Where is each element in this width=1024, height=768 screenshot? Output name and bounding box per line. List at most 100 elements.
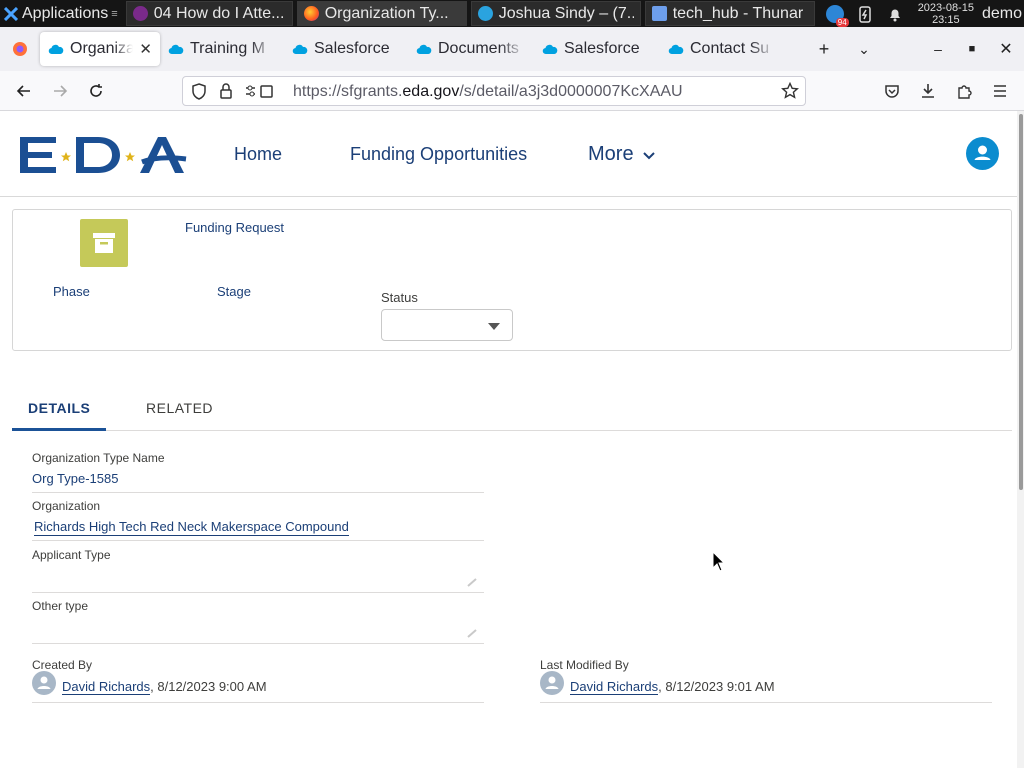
chevron-down-icon xyxy=(643,152,655,160)
clock[interactable]: 2023-08-15 23:15 xyxy=(918,2,974,26)
stage-label: Stage xyxy=(217,284,251,299)
tab-label: Salesforce xyxy=(314,40,390,57)
forward-button[interactable] xyxy=(48,79,72,103)
field-other-type: Other type xyxy=(32,599,484,644)
close-tab-icon[interactable]: ✕ xyxy=(139,40,152,58)
modified-by-byline: David Richards, 8/12/2023 9:01 AM xyxy=(570,679,775,695)
created-by-byline: David Richards, 8/12/2023 9:00 AM xyxy=(62,679,267,695)
user-avatar-icon xyxy=(32,671,56,695)
pocket-button[interactable] xyxy=(880,79,904,103)
field-org-type-name: Organization Type Name Org Type-1585 xyxy=(32,451,484,493)
nav-more-dropdown[interactable]: More xyxy=(588,143,655,166)
new-tab-button[interactable]: + xyxy=(810,27,838,71)
applications-label: Applications xyxy=(22,4,109,22)
applications-menu[interactable]: Applications ≡ xyxy=(0,0,122,27)
close-window-button[interactable]: ✕ xyxy=(994,27,1018,71)
record-icon-tile xyxy=(80,219,128,267)
browser-tab-contact[interactable]: Contact Su xyxy=(660,32,784,66)
reload-button[interactable] xyxy=(84,79,108,103)
taskbar-task-thunar[interactable]: tech_hub - Thunar xyxy=(644,1,815,26)
person-icon xyxy=(37,676,51,689)
telegram-icon xyxy=(477,6,493,21)
browser-tab-salesforce-1[interactable]: Salesforce xyxy=(284,32,408,66)
user-avatar-icon xyxy=(974,145,991,160)
task-label: Joshua Sindy – (7... xyxy=(498,4,634,22)
media-player-icon xyxy=(132,6,148,21)
page-scrollbar-thumb[interactable] xyxy=(1019,114,1023,490)
back-arrow-icon xyxy=(16,85,30,97)
nav-more-label: More xyxy=(588,143,634,165)
tab-label: Organiza xyxy=(70,40,134,57)
forward-arrow-icon xyxy=(54,85,68,97)
modified-date: , 8/12/2023 9:01 AM xyxy=(658,679,775,694)
tab-label: Documents xyxy=(438,40,519,57)
person-icon xyxy=(545,676,559,689)
field-label: Last Modified By xyxy=(540,658,629,672)
firefox-view-icon[interactable] xyxy=(12,41,28,57)
record-header-card: Funding Request Phase Stage Status xyxy=(12,209,1012,351)
field-label: Organization Type Name xyxy=(32,451,165,465)
tab-label: Salesforce xyxy=(564,40,640,57)
puzzle-piece-icon xyxy=(958,85,972,99)
lock-icon[interactable] xyxy=(219,83,233,100)
edit-pencil-icon[interactable] xyxy=(466,576,478,588)
minimize-window-button[interactable]: – xyxy=(926,27,950,71)
list-all-tabs-chevron-icon[interactable]: ⌄ xyxy=(850,27,878,71)
os-taskbar: Applications ≡ 04 How do I Atte... Organ… xyxy=(0,0,1024,27)
salesforce-cloud-icon xyxy=(668,44,684,54)
permissions-icon[interactable] xyxy=(245,83,275,100)
browser-tab-strip: Organiza ✕ Training M Salesforce Documen… xyxy=(0,27,1024,71)
user-name[interactable]: demo xyxy=(982,5,1022,23)
field-label: Other type xyxy=(32,599,89,613)
taskbar-task-telegram[interactable]: Joshua Sindy – (7... xyxy=(470,1,641,26)
browser-navigation-bar: https://sfgrants.eda.gov/s/detail/a3j3d0… xyxy=(0,71,1024,111)
modified-by-user-link[interactable]: David Richards xyxy=(570,679,659,695)
downloads-button[interactable] xyxy=(916,79,940,103)
telegram-tray-icon[interactable]: 94 xyxy=(825,4,849,27)
organization-link[interactable]: Richards High Tech Red Neck Makerspace C… xyxy=(34,519,349,536)
record-tabs: DETAILS RELATED xyxy=(12,390,1012,431)
browser-tab-documents[interactable]: Documents xyxy=(408,32,534,66)
field-created-by: Created By David Richards, 8/12/2023 9:0… xyxy=(32,658,484,703)
browser-tab-training[interactable]: Training M xyxy=(160,32,284,66)
tab-details[interactable]: DETAILS xyxy=(28,400,90,416)
site-header: Home Funding Opportunities More xyxy=(0,111,1017,197)
app-menu-button[interactable] xyxy=(988,79,1012,103)
tab-related[interactable]: RELATED xyxy=(146,400,213,416)
taskbar-task-media[interactable]: 04 How do I Atte... xyxy=(125,1,293,26)
notification-badge: 94 xyxy=(835,17,849,27)
maximize-window-button[interactable]: ■ xyxy=(960,27,984,71)
nav-home[interactable]: Home xyxy=(234,144,282,165)
tracking-shield-icon[interactable] xyxy=(191,83,207,100)
user-profile-button[interactable] xyxy=(966,137,999,170)
extensions-button[interactable] xyxy=(952,79,976,103)
created-by-user-link[interactable]: David Richards xyxy=(62,679,151,695)
salesforce-cloud-icon xyxy=(416,44,432,54)
reload-icon xyxy=(90,84,102,97)
url-path: /s/detail/a3j3d0000007KcXAAU xyxy=(459,83,683,100)
hamburger-menu-icon xyxy=(994,85,1006,97)
archive-box-icon xyxy=(93,233,115,253)
salesforce-cloud-icon xyxy=(168,44,184,54)
edit-pencil-icon[interactable] xyxy=(466,627,478,639)
status-select[interactable] xyxy=(381,309,513,341)
field-label: Created By xyxy=(32,658,93,672)
browser-tab-organization[interactable]: Organiza ✕ xyxy=(40,32,160,66)
battery-icon[interactable] xyxy=(856,5,874,23)
dropdown-caret-icon xyxy=(488,323,500,330)
nav-funding-opportunities[interactable]: Funding Opportunities xyxy=(350,144,527,165)
phase-label: Phase xyxy=(53,284,90,299)
clock-date: 2023-08-15 xyxy=(917,1,974,14)
eda-logo[interactable] xyxy=(20,135,188,175)
taskbar-task-firefox[interactable]: Organization Ty... xyxy=(296,1,467,26)
bookmark-star-icon[interactable] xyxy=(781,82,799,100)
back-button[interactable] xyxy=(12,79,36,103)
browser-tab-salesforce-2[interactable]: Salesforce xyxy=(534,32,660,66)
url-bar[interactable]: https://sfgrants.eda.gov/s/detail/a3j3d0… xyxy=(182,76,806,106)
task-label: tech_hub - Thunar xyxy=(672,4,804,22)
pocket-icon xyxy=(885,85,899,98)
notification-bell-icon[interactable] xyxy=(886,5,904,23)
salesforce-cloud-icon xyxy=(48,44,64,54)
field-applicant-type: Applicant Type xyxy=(32,548,484,593)
record-type-label: Funding Request xyxy=(185,220,285,235)
